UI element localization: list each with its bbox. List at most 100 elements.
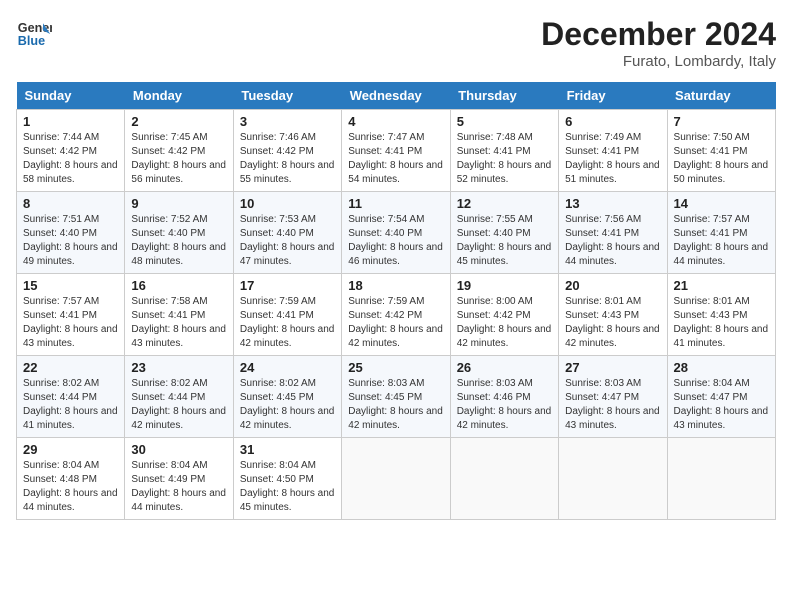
weekday-header-friday: Friday <box>559 82 667 110</box>
day-number: 25 <box>348 360 443 375</box>
cell-content: Sunrise: 7:58 AMSunset: 4:41 PMDaylight:… <box>131 295 226 351</box>
cell-content: Sunrise: 7:59 AMSunset: 4:42 PMDaylight:… <box>348 295 443 351</box>
logo-icon: General Blue <box>16 16 52 52</box>
calendar-cell: 24 Sunrise: 8:02 AMSunset: 4:45 PMDayligh… <box>233 356 341 438</box>
cell-content: Sunrise: 7:49 AMSunset: 4:41 PMDaylight:… <box>565 131 660 187</box>
calendar-cell: 12 Sunrise: 7:55 AMSunset: 4:40 PMDayligh… <box>450 192 558 274</box>
cell-content: Sunrise: 8:01 AMSunset: 4:43 PMDaylight:… <box>565 295 660 351</box>
day-number: 12 <box>457 196 552 211</box>
day-number: 7 <box>674 114 769 129</box>
calendar-cell: 29Sunrise: 8:04 AMSunset: 4:48 PMDayligh… <box>17 438 125 520</box>
calendar-cell: 21 Sunrise: 8:01 AMSunset: 4:43 PMDayligh… <box>667 274 775 356</box>
cell-content: Sunrise: 8:02 AMSunset: 4:45 PMDaylight:… <box>240 377 335 433</box>
calendar-cell: 25Sunrise: 8:03 AMSunset: 4:45 PMDayligh… <box>342 356 450 438</box>
calendar-cell <box>450 438 558 520</box>
day-number: 16 <box>131 278 226 293</box>
location: Furato, Lombardy, Italy <box>541 53 776 70</box>
logo: General Blue <box>16 16 52 52</box>
week-row-1: 1Sunrise: 7:44 AMSunset: 4:42 PMDaylight… <box>17 110 776 192</box>
day-number: 31 <box>240 442 335 457</box>
cell-content: Sunrise: 8:01 AMSunset: 4:43 PMDaylight:… <box>674 295 769 351</box>
day-number: 8 <box>23 196 118 211</box>
calendar-cell: 30Sunrise: 8:04 AMSunset: 4:49 PMDayligh… <box>125 438 233 520</box>
calendar-cell <box>667 438 775 520</box>
calendar-cell: 22Sunrise: 8:02 AMSunset: 4:44 PMDayligh… <box>17 356 125 438</box>
day-number: 28 <box>674 360 769 375</box>
calendar-cell: 13Sunrise: 7:56 AMSunset: 4:41 PMDayligh… <box>559 192 667 274</box>
day-number: 22 <box>23 360 118 375</box>
day-number: 15 <box>23 278 118 293</box>
calendar-cell: 26Sunrise: 8:03 AMSunset: 4:46 PMDayligh… <box>450 356 558 438</box>
day-number: 4 <box>348 114 443 129</box>
day-number: 23 <box>131 360 226 375</box>
calendar-cell: 17 Sunrise: 7:59 AMSunset: 4:41 PMDayligh… <box>233 274 341 356</box>
cell-content: Sunrise: 8:02 AMSunset: 4:44 PMDaylight:… <box>131 377 226 433</box>
day-number: 2 <box>131 114 226 129</box>
cell-content: Sunrise: 7:56 AMSunset: 4:41 PMDaylight:… <box>565 213 660 269</box>
calendar-cell: 3Sunrise: 7:46 AMSunset: 4:42 PMDaylight… <box>233 110 341 192</box>
cell-content: Sunrise: 7:51 AMSunset: 4:40 PMDaylight:… <box>23 213 118 269</box>
week-row-3: 15 Sunrise: 7:57 AMSunset: 4:41 PMDayligh… <box>17 274 776 356</box>
weekday-header-sunday: Sunday <box>17 82 125 110</box>
day-number: 24 <box>240 360 335 375</box>
day-number: 20 <box>565 278 660 293</box>
cell-content: Sunrise: 7:46 AMSunset: 4:42 PMDaylight:… <box>240 131 335 187</box>
cell-content: Sunrise: 7:44 AMSunset: 4:42 PMDaylight:… <box>23 131 118 187</box>
weekday-header-tuesday: Tuesday <box>233 82 341 110</box>
day-number: 29 <box>23 442 118 457</box>
day-number: 19 <box>457 278 552 293</box>
calendar-cell: 31 Sunrise: 8:04 AMSunset: 4:50 PMDayligh… <box>233 438 341 520</box>
calendar-cell: 2 Sunrise: 7:45 AMSunset: 4:42 PMDaylight… <box>125 110 233 192</box>
day-number: 14 <box>674 196 769 211</box>
calendar-cell <box>342 438 450 520</box>
calendar-cell: 9Sunrise: 7:52 AMSunset: 4:40 PMDaylight… <box>125 192 233 274</box>
weekday-header-row: SundayMondayTuesdayWednesdayThursdayFrid… <box>17 82 776 110</box>
calendar-cell: 7Sunrise: 7:50 AMSunset: 4:41 PMDaylight… <box>667 110 775 192</box>
day-number: 6 <box>565 114 660 129</box>
day-number: 17 <box>240 278 335 293</box>
calendar-cell: 16 Sunrise: 7:58 AMSunset: 4:41 PMDayligh… <box>125 274 233 356</box>
weekday-header-wednesday: Wednesday <box>342 82 450 110</box>
calendar-cell: 28 Sunrise: 8:04 AMSunset: 4:47 PMDayligh… <box>667 356 775 438</box>
cell-content: Sunrise: 7:57 AMSunset: 4:41 PMDaylight:… <box>23 295 118 351</box>
day-number: 5 <box>457 114 552 129</box>
calendar-cell: 1Sunrise: 7:44 AMSunset: 4:42 PMDaylight… <box>17 110 125 192</box>
cell-content: Sunrise: 7:53 AMSunset: 4:40 PMDaylight:… <box>240 213 335 269</box>
cell-content: Sunrise: 8:04 AMSunset: 4:50 PMDaylight:… <box>240 459 335 515</box>
calendar-cell: 15 Sunrise: 7:57 AMSunset: 4:41 PMDayligh… <box>17 274 125 356</box>
calendar-cell: 4Sunrise: 7:47 AMSunset: 4:41 PMDaylight… <box>342 110 450 192</box>
cell-content: Sunrise: 7:54 AMSunset: 4:40 PMDaylight:… <box>348 213 443 269</box>
week-row-5: 29Sunrise: 8:04 AMSunset: 4:48 PMDayligh… <box>17 438 776 520</box>
calendar-table: SundayMondayTuesdayWednesdayThursdayFrid… <box>16 82 776 520</box>
calendar-cell: 18 Sunrise: 7:59 AMSunset: 4:42 PMDayligh… <box>342 274 450 356</box>
calendar-cell: 23 Sunrise: 8:02 AMSunset: 4:44 PMDayligh… <box>125 356 233 438</box>
cell-content: Sunrise: 7:59 AMSunset: 4:41 PMDaylight:… <box>240 295 335 351</box>
cell-content: Sunrise: 8:00 AMSunset: 4:42 PMDaylight:… <box>457 295 552 351</box>
cell-content: Sunrise: 7:48 AMSunset: 4:41 PMDaylight:… <box>457 131 552 187</box>
cell-content: Sunrise: 7:45 AMSunset: 4:42 PMDaylight:… <box>131 131 226 187</box>
calendar-cell: 10 Sunrise: 7:53 AMSunset: 4:40 PMDayligh… <box>233 192 341 274</box>
title-block: December 2024 Furato, Lombardy, Italy <box>541 16 776 70</box>
weekday-header-saturday: Saturday <box>667 82 775 110</box>
calendar-cell: 20 Sunrise: 8:01 AMSunset: 4:43 PMDayligh… <box>559 274 667 356</box>
cell-content: Sunrise: 7:52 AMSunset: 4:40 PMDaylight:… <box>131 213 226 269</box>
cell-content: Sunrise: 7:55 AMSunset: 4:40 PMDaylight:… <box>457 213 552 269</box>
week-row-2: 8 Sunrise: 7:51 AMSunset: 4:40 PMDaylight… <box>17 192 776 274</box>
calendar-cell: 19 Sunrise: 8:00 AMSunset: 4:42 PMDayligh… <box>450 274 558 356</box>
day-number: 11 <box>348 196 443 211</box>
page-header: General Blue December 2024 Furato, Lomba… <box>16 16 776 70</box>
calendar-cell: 5 Sunrise: 7:48 AMSunset: 4:41 PMDaylight… <box>450 110 558 192</box>
day-number: 10 <box>240 196 335 211</box>
day-number: 30 <box>131 442 226 457</box>
cell-content: Sunrise: 7:57 AMSunset: 4:41 PMDaylight:… <box>674 213 769 269</box>
svg-text:Blue: Blue <box>18 34 45 48</box>
cell-content: Sunrise: 8:04 AMSunset: 4:47 PMDaylight:… <box>674 377 769 433</box>
weekday-header-monday: Monday <box>125 82 233 110</box>
day-number: 21 <box>674 278 769 293</box>
calendar-cell: 6 Sunrise: 7:49 AMSunset: 4:41 PMDaylight… <box>559 110 667 192</box>
calendar-cell: 14 Sunrise: 7:57 AMSunset: 4:41 PMDayligh… <box>667 192 775 274</box>
day-number: 27 <box>565 360 660 375</box>
weekday-header-thursday: Thursday <box>450 82 558 110</box>
day-number: 18 <box>348 278 443 293</box>
calendar-cell: 8 Sunrise: 7:51 AMSunset: 4:40 PMDaylight… <box>17 192 125 274</box>
